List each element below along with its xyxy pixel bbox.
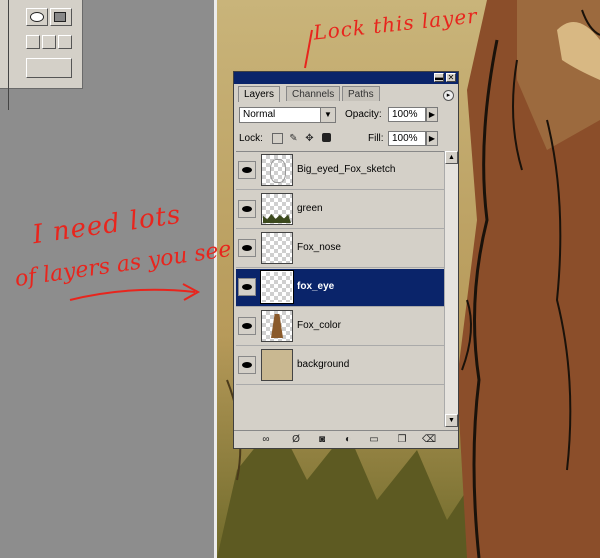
scroll-up-icon[interactable]: ▲ xyxy=(445,151,458,164)
layer-thumbnail xyxy=(261,193,293,225)
opacity-arrow-button[interactable]: ▶ xyxy=(426,107,438,122)
fill-label: Fill: xyxy=(368,133,384,144)
palette-title-bar[interactable]: ▬ ✕ xyxy=(234,72,458,84)
layer-list-scrollbar[interactable]: ▲ ▼ xyxy=(444,151,458,427)
tab-layers[interactable]: Layers xyxy=(238,86,281,102)
eye-icon[interactable] xyxy=(238,161,256,179)
palette-tabs: Layers Channels Paths xyxy=(234,86,458,102)
eye-icon[interactable] xyxy=(238,317,256,335)
tab-channels[interactable]: Channels xyxy=(286,86,341,101)
folder-icon[interactable]: ▭ xyxy=(368,434,380,445)
adjustment-icon[interactable]: ◐ xyxy=(342,434,354,445)
lock-label: Lock: xyxy=(239,133,263,144)
close-icon[interactable]: ✕ xyxy=(446,73,456,82)
layer-row-fox-nose[interactable]: Fox_nose xyxy=(236,230,444,268)
fill-arrow-button[interactable]: ▶ xyxy=(426,131,438,146)
layer-thumbnail xyxy=(261,232,293,264)
layer-name: background xyxy=(297,359,350,370)
layer-name: Big_eyed_Fox_sketch xyxy=(297,164,396,175)
opacity-label: Opacity: xyxy=(345,109,382,120)
eye-icon[interactable] xyxy=(238,239,256,257)
opacity-field[interactable]: 100% xyxy=(388,107,426,122)
layer-name: fox_eye xyxy=(297,281,335,292)
lock-transparency-icon[interactable] xyxy=(272,133,283,144)
layer-name: Fox_nose xyxy=(297,242,341,253)
layer-row-fox-eye[interactable]: fox_eye xyxy=(236,269,444,307)
tab-paths[interactable]: Paths xyxy=(342,86,380,101)
palette-menu-icon[interactable]: ▸ xyxy=(443,90,454,101)
layer-thumbnail xyxy=(261,349,293,381)
new-layer-icon[interactable]: ❐ xyxy=(396,434,408,445)
layer-row-fox-color[interactable]: Fox_color xyxy=(236,308,444,346)
layer-row-background[interactable]: background xyxy=(236,347,444,385)
eye-icon[interactable] xyxy=(238,356,256,374)
lock-all-icon[interactable] xyxy=(322,133,331,142)
layers-bottom-toolbar: ∞ Ø ◙ ◐ ▭ ❐ ⌫ xyxy=(234,430,458,449)
trash-icon[interactable]: ⌫ xyxy=(422,434,436,445)
layer-thumbnail xyxy=(261,310,293,342)
layer-name: green xyxy=(297,203,323,214)
blend-mode-select[interactable]: Normal ▼ xyxy=(239,107,336,123)
fill-field[interactable]: 100% xyxy=(388,131,426,146)
layers-arrow-line xyxy=(69,288,196,301)
layer-list: Big_eyed_Fox_sketch green Fox_nose fox_e… xyxy=(236,151,444,428)
lock-move-icon[interactable]: ✥ xyxy=(304,133,315,144)
minimize-icon[interactable]: ▬ xyxy=(434,73,444,82)
eye-icon[interactable] xyxy=(238,200,256,218)
layers-palette: ▬ ✕ Layers Channels Paths ▸ Normal ▼ Opa… xyxy=(233,71,459,449)
layer-row-big-eyed-fox-sketch[interactable]: Big_eyed_Fox_sketch xyxy=(236,152,444,190)
blend-mode-value: Normal xyxy=(243,109,276,120)
layer-thumbnail xyxy=(260,270,294,304)
lock-pointer-line xyxy=(304,29,313,69)
chevron-down-icon: ▼ xyxy=(320,108,335,122)
fx-icon[interactable]: Ø xyxy=(290,434,302,445)
link-icon[interactable]: ∞ xyxy=(260,434,272,445)
layer-name: Fox_color xyxy=(297,320,341,331)
mask-icon[interactable]: ◙ xyxy=(316,434,328,445)
layer-row-green[interactable]: green xyxy=(236,191,444,229)
eye-icon[interactable] xyxy=(238,278,256,296)
lock-paint-icon[interactable]: ✎ xyxy=(288,133,299,144)
scroll-down-icon[interactable]: ▼ xyxy=(445,414,458,427)
layer-thumbnail xyxy=(261,154,293,186)
